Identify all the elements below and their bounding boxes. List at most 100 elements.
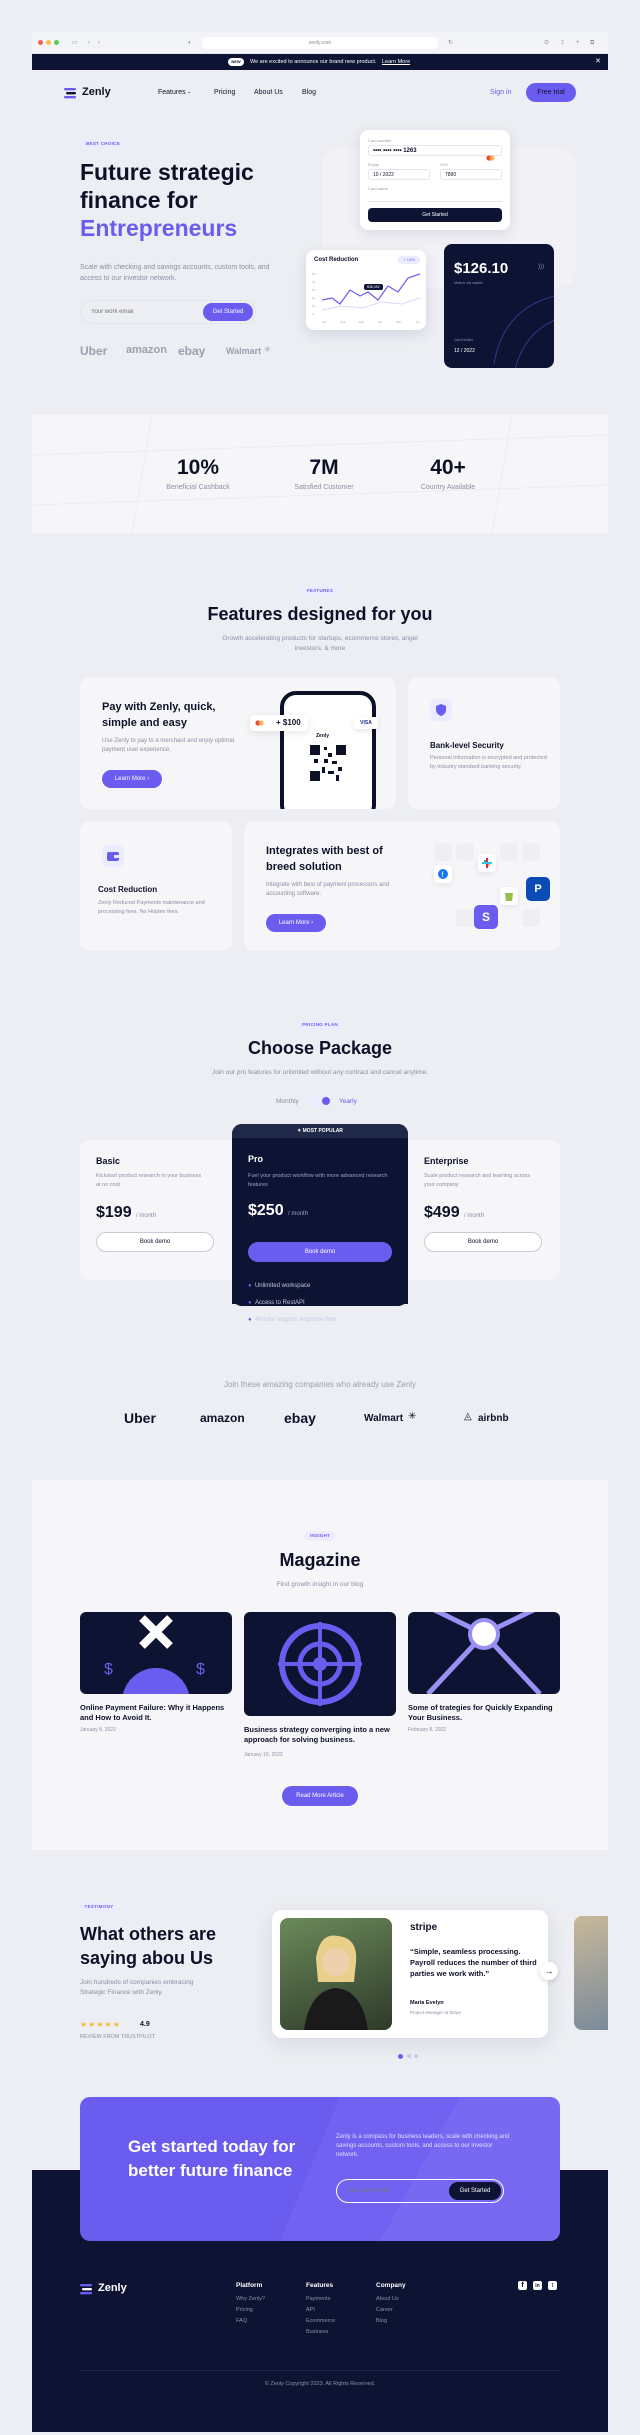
feature-pay-text: Use Zenly to pay to a merchant and enjoy…	[102, 738, 235, 753]
card-get-started-button[interactable]: Get Started	[368, 208, 502, 222]
feature-integrate-learn-more[interactable]: Learn More ›	[266, 914, 326, 932]
company-logo-airbnb: airbnb	[478, 1413, 509, 1424]
article-2-image[interactable]	[244, 1612, 396, 1716]
expiry-label: Expiry	[368, 162, 380, 167]
toggle-monthly-label[interactable]: Monthly	[276, 1098, 299, 1105]
cta-banner: Get started today for better future fina…	[80, 2097, 560, 2241]
pricing-tag: PRICING PLAN	[296, 1020, 344, 1030]
feature-text: Unlimited workspace	[254, 1283, 311, 1289]
reload-icon[interactable]: ↻	[448, 39, 453, 47]
read-more-button[interactable]: Read More Article	[282, 1786, 358, 1806]
nav-about[interactable]: About Us	[254, 89, 283, 96]
footer-link[interactable]: Blog	[376, 2318, 387, 2324]
integration-icons-grid: f P S	[434, 843, 554, 943]
download-icon[interactable]: ⊙	[544, 39, 549, 47]
expiry-field[interactable]: 10 / 2022	[368, 169, 430, 180]
hero-get-started-button[interactable]: Get Started	[203, 303, 253, 321]
facebook-icon[interactable]: f	[518, 2281, 527, 2290]
toggle-yearly-label[interactable]: Yearly	[339, 1098, 357, 1105]
article-1-title[interactable]: Online Payment Failure: Why it Happens a…	[80, 1703, 232, 1723]
close-icon[interactable]: ✕	[595, 54, 601, 70]
ytick: 5k	[312, 272, 316, 276]
tabs-icon[interactable]: ⧉	[590, 39, 594, 47]
footer-logo-icon[interactable]	[80, 2282, 94, 2295]
plan-basic-book-demo[interactable]: Book demo	[96, 1232, 214, 1252]
rating-value: 4.9	[140, 2021, 150, 2028]
carousel-dot-active[interactable]	[398, 2054, 403, 2059]
free-trial-button[interactable]: Free trial	[526, 83, 576, 102]
article-3-date: February 8, 2022	[408, 1727, 447, 1733]
linkedin-icon[interactable]: in	[533, 2281, 542, 2290]
footer-link[interactable]: Why Zenly?	[236, 2296, 265, 2302]
article-3-title[interactable]: Some of trategies for Quickly Expanding …	[408, 1703, 560, 1723]
address-bar[interactable]: zenly.com	[202, 37, 438, 49]
footer-brand[interactable]: Zenly	[98, 2282, 127, 2294]
footer-link[interactable]: Payments	[306, 2296, 330, 2302]
next-testimonial-preview[interactable]	[574, 1916, 608, 2030]
next-arrow-icon[interactable]: →	[540, 1962, 558, 1980]
hero-subtitle: Scale with checking and savings accounts…	[80, 264, 270, 282]
article-1-image[interactable]: $ $	[80, 1612, 232, 1694]
maximize-window-icon[interactable]	[54, 40, 59, 45]
footer-link[interactable]: About Us	[376, 2296, 399, 2302]
share-icon[interactable]: ⇪	[560, 39, 565, 47]
mastercard-icon	[486, 148, 495, 161]
logo-icon[interactable]	[64, 86, 78, 99]
logo-amazon: amazon	[126, 344, 167, 356]
carousel-dot[interactable]	[407, 2054, 411, 2058]
check-icon: ●	[248, 1317, 252, 1323]
footer-link[interactable]: Ecommerce	[306, 2318, 335, 2324]
feature-pay-learn-more[interactable]: Learn More ›	[102, 770, 162, 788]
cta-email-input[interactable]	[347, 2185, 437, 2197]
payment-amount-chip: + $100	[250, 715, 308, 731]
shopify-icon	[500, 887, 518, 905]
plan-pro-feature-3: ● 48 hour support response time	[248, 1312, 336, 1329]
footer-link[interactable]: FAQ	[236, 2318, 247, 2324]
twitter-icon[interactable]: t	[548, 2281, 557, 2290]
close-window-icon[interactable]	[38, 40, 43, 45]
hero-email-input[interactable]	[91, 306, 191, 318]
footer-link[interactable]: API	[306, 2307, 315, 2313]
brand-name[interactable]: Zenly	[82, 86, 111, 98]
plan-pro-book-demo[interactable]: Book demo	[248, 1242, 392, 1262]
nav-pricing[interactable]: Pricing	[214, 89, 235, 96]
announcement-link[interactable]: Learn More	[382, 54, 410, 70]
footer-link[interactable]: Business	[306, 2329, 328, 2335]
testimonial-title: What others are saying abou Us	[80, 1924, 217, 1968]
company-logo-walmart: Walmart	[364, 1413, 404, 1424]
plan-pro-desc: Fuel your product workflow with more adv…	[248, 1173, 388, 1188]
cta-get-started-button[interactable]: Get Started	[449, 2182, 501, 2200]
footer-link[interactable]: Pricing	[236, 2307, 253, 2313]
nav-features[interactable]: Features	[158, 89, 186, 96]
back-icon[interactable]: ‹	[88, 39, 90, 47]
company-logo-uber: Uber	[124, 1410, 156, 1426]
footer-link[interactable]: Career	[376, 2307, 393, 2313]
cvv-field[interactable]: 7890	[440, 169, 502, 180]
sidebar-icon[interactable]: ▭	[72, 39, 78, 47]
footer-col-company-title: Company	[376, 2282, 406, 2289]
feature-integrate-card: Integrates with best of breed solution I…	[244, 821, 560, 951]
plan-basic: Basic Kickstart product research in your…	[96, 1156, 220, 1252]
article-2-title[interactable]: Business strategy converging into a new …	[244, 1725, 396, 1745]
new-tab-icon[interactable]: +	[576, 39, 580, 47]
carousel-dot[interactable]	[414, 2054, 418, 2058]
walmart-spark-icon: ✳	[264, 345, 271, 354]
signin-link[interactable]: Sign in	[490, 89, 511, 96]
features-subtitle: Growth accelerating products for startup…	[222, 635, 418, 652]
expiry-value: 10 / 2022	[373, 172, 394, 178]
forward-icon[interactable]: ›	[98, 39, 100, 47]
nav-blog[interactable]: Blog	[302, 89, 316, 96]
billing-toggle[interactable]	[309, 1095, 333, 1107]
minimize-window-icon[interactable]	[46, 40, 51, 45]
ytick: 2k	[312, 296, 316, 300]
check-icon: ●	[248, 1283, 252, 1289]
cost-widget-badge: + 13%	[398, 256, 420, 264]
card-form-widget: Card number •••• •••• •••• 1263 Expiry 1…	[360, 130, 510, 230]
feature-cost-text: Zenly Reduced Payments maintenance and p…	[98, 900, 205, 915]
card-number-field[interactable]: •••• •••• •••• 1263	[368, 145, 502, 156]
testimonial-subtitle: Join hundreds of companies embracing Str…	[80, 1979, 194, 1996]
plan-enterprise-book-demo[interactable]: Book demo	[424, 1232, 542, 1252]
ytick: 1k	[312, 304, 316, 308]
card-name-field[interactable]	[368, 193, 502, 202]
article-3-image[interactable]	[408, 1612, 560, 1694]
